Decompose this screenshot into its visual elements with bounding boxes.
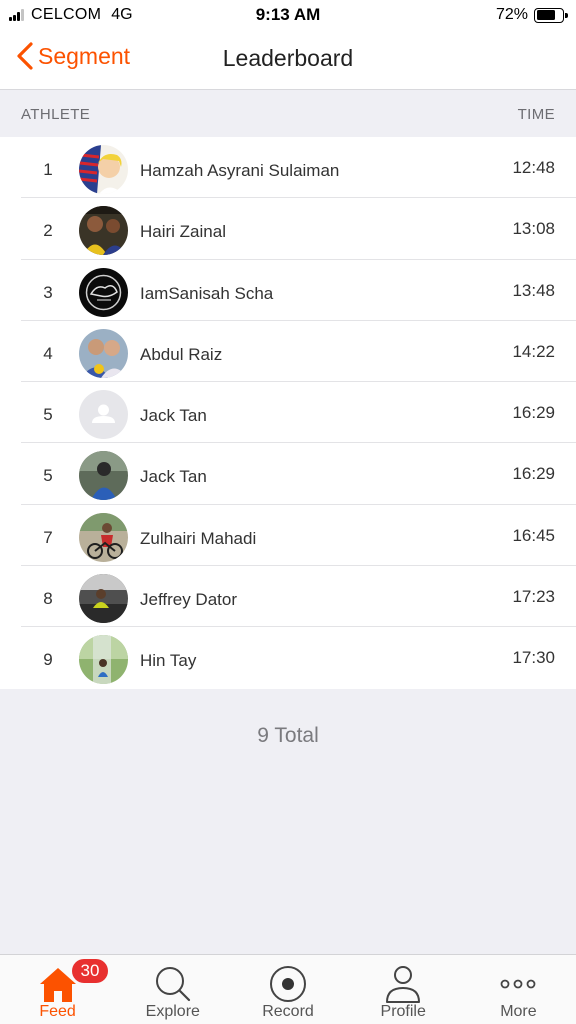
battery-nub [565, 12, 568, 18]
athlete-name: Hairi Zainal [140, 222, 226, 242]
leaderboard-row[interactable]: 5 Jack Tan 16:29 [0, 382, 576, 444]
athlete-time: 17:23 [512, 587, 555, 607]
athlete-name: Hamzah Asyrani Sulaiman [140, 161, 340, 180]
athlete-time: 13:48 [512, 280, 555, 300]
status-right: 72% [495, 6, 568, 24]
avatar-photo-icon [79, 145, 128, 194]
athlete-avatar[interactable] [79, 512, 128, 562]
back-button[interactable]: Segment [16, 42, 130, 70]
athlete-name: Jack Tan [140, 467, 207, 487]
tab-label: More [500, 1003, 537, 1020]
tab-profile[interactable]: Profile [346, 955, 461, 1024]
athlete-time: 17:30 [512, 648, 555, 668]
avatar-photo-icon [79, 206, 128, 256]
athlete-time: 16:45 [512, 525, 555, 545]
avatar-photo-icon [79, 635, 128, 685]
athlete-time: 13:08 [512, 219, 555, 239]
avatar-photo-icon [79, 512, 128, 562]
leaderboard-row[interactable]: 5 Jack Tan 16:29 [0, 443, 576, 506]
tab-label: Profile [380, 1003, 426, 1020]
leaderboard-row[interactable]: 2 Hairi Zainal 13:08 [0, 198, 576, 260]
column-header-athlete: ATHLETE [21, 106, 91, 123]
athlete-name: Jeffrey Dator [140, 590, 238, 610]
battery-fill [536, 10, 555, 20]
leaderboard-row[interactable]: 8 Jeffrey Dator 17:23 [0, 566, 576, 628]
column-header: ATHLETE TIME [0, 90, 576, 137]
battery-percent: 72% [495, 6, 528, 23]
athlete-time: 14:22 [512, 341, 555, 361]
athlete-rank: 3 [43, 282, 53, 302]
tab-label: Feed [39, 1003, 76, 1020]
avatar-photo-icon [79, 574, 128, 624]
tab-more[interactable]: More [461, 955, 576, 1024]
athlete-avatar[interactable] [79, 635, 128, 685]
athlete-name: IamSanisah Scha [140, 283, 274, 303]
athlete-name: Zulhairi Mahadi [140, 528, 257, 548]
leaderboard-list: 1 Hamzah Asyrani Sulaiman 12:48 2 Hairi … [0, 137, 576, 689]
status-bar: CELCOM 4G 9:13 AM 72% [0, 0, 576, 30]
athlete-avatar[interactable] [79, 206, 128, 256]
athlete-avatar[interactable] [79, 145, 128, 194]
athlete-avatar[interactable] [79, 574, 128, 624]
navigation-bar: Segment Leaderboard [0, 30, 576, 90]
leaderboard-row[interactable]: 7 Zulhairi Mahadi 16:45 [0, 505, 576, 567]
athlete-time: 16:29 [512, 464, 555, 484]
profile-icon [386, 966, 421, 1003]
tab-label: Explore [145, 1003, 200, 1020]
athlete-rank: 1 [43, 160, 53, 179]
notification-badge: 30 [72, 959, 108, 983]
leaderboard-row[interactable]: 1 Hamzah Asyrani Sulaiman 12:48 [0, 137, 576, 199]
athlete-rank: 8 [43, 589, 53, 609]
athlete-rank: 4 [43, 343, 53, 363]
tab-feed[interactable]: 30 Feed [0, 955, 115, 1024]
tab-explore[interactable]: Explore [115, 955, 230, 1024]
athlete-avatar[interactable] [79, 267, 128, 317]
column-header-time: TIME [517, 106, 555, 123]
leaderboard-row[interactable]: 3 IamSanisah Scha 13:48 [0, 260, 576, 322]
athlete-rank: 9 [43, 650, 53, 670]
more-icon [501, 979, 536, 989]
default-avatar-icon [79, 390, 128, 440]
athlete-name: Jack Tan [140, 406, 207, 426]
athlete-name: Abdul Raiz [140, 344, 223, 364]
athlete-name: Hin Tay [140, 651, 197, 671]
record-icon [270, 966, 306, 1002]
athlete-time: 12:48 [512, 158, 555, 177]
athlete-rank: 5 [43, 405, 53, 425]
leaderboard-row[interactable]: 4 Abdul Raiz 14:22 [0, 321, 576, 383]
avatar-photo-icon [79, 451, 128, 501]
battery-icon [534, 7, 568, 23]
athlete-time: 16:29 [512, 403, 555, 423]
avatar-photo-icon [79, 328, 128, 378]
total-count: 9 Total [257, 724, 319, 747]
chevron-left-icon [17, 42, 33, 70]
avatar-photo-icon [79, 267, 128, 317]
athlete-rank: 5 [43, 466, 53, 486]
athlete-avatar[interactable] [79, 328, 128, 378]
athlete-rank: 2 [43, 221, 53, 241]
status-time: 9:13 AM [255, 5, 321, 24]
athlete-rank: 7 [43, 527, 53, 547]
search-icon [155, 967, 190, 1002]
tab-record[interactable]: Record [230, 955, 345, 1024]
tab-label: Record [262, 1003, 314, 1020]
tab-bar: 30 Feed Explore Record Profile More [0, 954, 576, 1024]
athlete-avatar[interactable] [79, 451, 128, 501]
back-button-label: Segment [38, 42, 131, 69]
athlete-avatar-placeholder[interactable] [79, 390, 128, 440]
leaderboard-row[interactable]: 9 Hin Tay 17:30 [0, 627, 576, 688]
